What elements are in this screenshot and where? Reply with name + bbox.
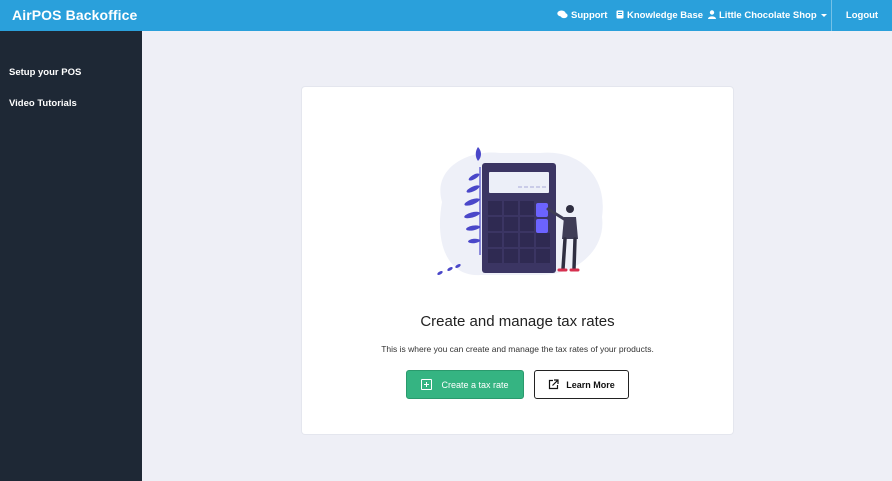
sidebar-item-setup-pos[interactable]: Setup your POS	[9, 67, 81, 78]
page-description: This is where you can create and manage …	[381, 344, 654, 354]
comments-icon	[557, 10, 568, 22]
sidebar-item-video-tutorials[interactable]: Video Tutorials	[9, 98, 77, 109]
shop-dropdown[interactable]: Little Chocolate Shop	[708, 0, 827, 31]
user-icon	[708, 9, 716, 22]
support-label: Support	[571, 10, 608, 21]
knowledge-base-label: Knowledge Base	[627, 10, 704, 21]
calculator-illustration	[437, 147, 603, 276]
plus-square-icon	[421, 379, 433, 390]
learn-more-label: Learn More	[566, 379, 615, 390]
knowledge-base-link[interactable]: Knowledge Base	[616, 0, 703, 31]
external-link-icon	[549, 379, 559, 390]
brand-title[interactable]: AirPOS Backoffice	[12, 7, 137, 23]
create-tax-rate-button[interactable]: Create a tax rate	[406, 370, 524, 399]
create-tax-rate-label: Create a tax rate	[441, 379, 509, 390]
logout-link[interactable]: Logout	[831, 0, 892, 31]
logout-label: Logout	[845, 10, 879, 21]
chevron-down-icon	[820, 14, 827, 17]
learn-more-button[interactable]: Learn More	[534, 370, 629, 399]
book-icon	[616, 10, 624, 22]
empty-state-card: Create and manage tax rates This is wher…	[302, 87, 733, 434]
page-title: Create and manage tax rates	[420, 313, 615, 330]
shop-label: Little Chocolate Shop	[719, 10, 817, 21]
sidebar: Setup your POS Video Tutorials	[0, 31, 142, 481]
top-navbar: AirPOS Backoffice Support Knowledge Base…	[0, 0, 892, 31]
support-link[interactable]: Support	[557, 0, 607, 31]
